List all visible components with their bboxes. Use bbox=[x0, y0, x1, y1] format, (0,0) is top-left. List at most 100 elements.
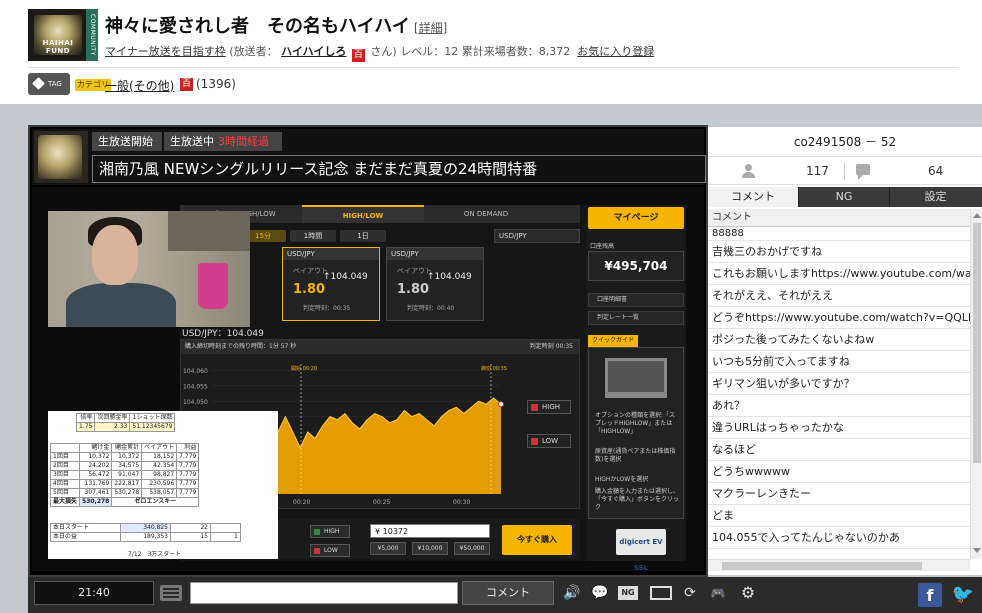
favorite-link[interactable]: お気に入り登録 bbox=[577, 45, 654, 58]
table-row: 賭け金 賭金累計 ペイアウト 利益 bbox=[49, 443, 200, 453]
webcam-overlay bbox=[48, 211, 250, 327]
sheet-cell: 222,817 bbox=[111, 479, 143, 489]
caster-name-link[interactable]: ハイハイしろ bbox=[281, 45, 346, 58]
sheet-cell: 10,372 bbox=[111, 452, 143, 462]
category-count: (1396) bbox=[196, 77, 236, 91]
screen-size-icon[interactable] bbox=[650, 586, 672, 600]
sheet-cell bbox=[210, 523, 241, 533]
sheet-cell: 1ショット保数 bbox=[129, 413, 176, 423]
sheet-cell: ペイアウト bbox=[141, 443, 178, 453]
mypage-button: マイページ bbox=[588, 207, 684, 229]
list-item[interactable]: 88888 bbox=[708, 227, 970, 241]
scroll-down-icon[interactable] bbox=[973, 548, 981, 553]
scroll-thumb[interactable] bbox=[973, 223, 981, 463]
chip-5000: ¥5,000 bbox=[370, 542, 406, 555]
list-item[interactable]: なるほど bbox=[708, 439, 970, 461]
video-screen[interactable]: スプレッドHIGH/LOW HIGH/LOW ON DEMAND 15分 1時間… bbox=[32, 187, 704, 571]
reload-icon[interactable]: ⟳ bbox=[680, 584, 700, 602]
list-item[interactable]: 吉幾三のおかげですね bbox=[708, 241, 970, 263]
goal-link[interactable]: マイナー放送を目指す枠 bbox=[105, 45, 226, 58]
broadcast-start-label: 生放送開始 bbox=[92, 132, 162, 151]
sheet-cell: 98,827 bbox=[141, 470, 178, 480]
card-multiplier: 1.80 bbox=[397, 282, 430, 297]
comment-submit-button[interactable]: コメント bbox=[462, 581, 554, 605]
detail-link[interactable]: [詳細] bbox=[414, 21, 447, 35]
page: HAIHAI FUND COMMUNITY 神々に愛されし者 その名もハイハイ [… bbox=[0, 0, 982, 613]
comment-list-header[interactable]: コメント bbox=[708, 209, 970, 227]
sheet-cell: 7,779 bbox=[176, 479, 200, 489]
list-item[interactable]: マクラーレンきたー bbox=[708, 483, 970, 505]
guide-step-3: HIGHかLOWを選択 bbox=[595, 476, 649, 483]
tab-settings[interactable]: 設定 bbox=[890, 187, 981, 207]
keyboard-icon[interactable] bbox=[160, 585, 182, 601]
list-item[interactable]: それがええ、それがええ bbox=[708, 285, 970, 307]
list-item[interactable]: 違うURLはっちゃったかな bbox=[708, 417, 970, 439]
comment-toggle-icon[interactable]: 💬 bbox=[590, 584, 610, 602]
live-label-text: 生放送中 bbox=[170, 135, 214, 148]
list-item[interactable]: どうちwwwww bbox=[708, 461, 970, 483]
sheet-cell: 340,825 bbox=[120, 523, 171, 533]
list-item[interactable]: ポジった後ってみたくないよねw bbox=[708, 329, 970, 351]
option-card: USD/JPY ペイアウト ↑104.049 1.80 判定時刻：00:40 bbox=[386, 247, 484, 321]
gear-icon[interactable]: ⚙ bbox=[738, 584, 758, 602]
sheet-footer: 7/12 3万スタート bbox=[128, 551, 182, 558]
sheet-cell: 賭け金 bbox=[79, 443, 113, 453]
sheet-cell: 18,152 bbox=[141, 452, 178, 462]
list-item[interactable]: どうぞhttps://www.youtube.com/watch?v=QQLR_… bbox=[708, 307, 970, 329]
comment-horizontal-scrollbar[interactable] bbox=[708, 559, 970, 571]
list-item[interactable]: いつも5分前で入ってますね bbox=[708, 351, 970, 373]
list-item[interactable]: これもお願いしますhttps://www.youtube.com/watch?v… bbox=[708, 263, 970, 285]
sheet-cell: 2回目 bbox=[49, 461, 81, 471]
sheet-cell: 1回目 bbox=[49, 452, 81, 462]
list-item[interactable]: あれ？ bbox=[708, 395, 970, 417]
caster-badge-icon: 百 bbox=[351, 49, 365, 62]
list-item[interactable]: どま bbox=[708, 505, 970, 527]
table-row: 本日の益 189,353 15 1 bbox=[50, 532, 241, 542]
ng-filter-icon[interactable]: NG bbox=[618, 586, 638, 600]
program-subinfo: マイナー放送を目指す枠 (放送者： ハイハイしろ 百 さん) レベル：12 累計… bbox=[105, 43, 654, 62]
gamepad-icon[interactable]: 🎮 bbox=[708, 584, 728, 602]
scroll-up-icon[interactable] bbox=[973, 213, 981, 218]
chart-low-button: LOW bbox=[527, 434, 571, 448]
comment-input[interactable] bbox=[190, 582, 458, 604]
tab-comment[interactable]: コメント bbox=[708, 187, 799, 207]
table-row: 5回目 307,461 530,278 538,057 7,779 bbox=[49, 488, 200, 498]
tab-ng[interactable]: NG bbox=[799, 187, 890, 207]
hscroll-thumb[interactable] bbox=[722, 562, 922, 570]
sheet-cell: 538,057 bbox=[141, 488, 178, 498]
facebook-icon[interactable]: f bbox=[918, 583, 942, 607]
volume-icon[interactable]: 🔊 bbox=[562, 584, 582, 602]
chart-header-right: 判定時刻 00:35 bbox=[529, 343, 573, 350]
sheet-cell: 22 bbox=[170, 523, 211, 533]
table-row: 4回目 131,769 222,817 230,596 7,779 bbox=[49, 479, 200, 489]
chart-current-point bbox=[498, 401, 504, 408]
list-item[interactable]: 104.055で入ってたんじゃないのかあ bbox=[708, 527, 970, 549]
twitter-icon[interactable]: 🐦 bbox=[950, 583, 976, 607]
list-item[interactable]: ギリマン狙いが多いですか？ bbox=[708, 373, 970, 395]
menu-rates: 判定レート一覧 bbox=[588, 311, 684, 325]
order-amount: ¥ 10372 bbox=[370, 524, 490, 538]
right-panel: co2491508 － 52 117 64 コメント NG 設定 コメント 88… bbox=[708, 127, 982, 575]
category-link[interactable]: 一般(その他) bbox=[105, 77, 174, 94]
comment-list[interactable]: 88888 吉幾三のおかげですね これもお願いしますhttps://www.yo… bbox=[708, 227, 970, 557]
community-thumbnail[interactable]: HAIHAI FUND COMMUNITY bbox=[28, 9, 98, 61]
sheet-cell: 34,575 bbox=[111, 461, 143, 471]
chip-10000: ¥10,000 bbox=[412, 542, 448, 555]
caster-prefix: (放送者： bbox=[229, 45, 278, 58]
sheet-cell: 131,769 bbox=[79, 479, 113, 489]
sheet-cell: 7,779 bbox=[176, 461, 200, 471]
tag-button[interactable]: TAG bbox=[28, 73, 70, 95]
card-footer: 判定時刻：00:40 bbox=[407, 305, 455, 312]
guide-step-2: 原資産(通貨ペアまたは株価指数)を選択 bbox=[595, 448, 676, 463]
sheet-cell: 10,372 bbox=[79, 452, 113, 462]
sheet-cell: 15 bbox=[170, 532, 211, 542]
sheet-cell: 56,472 bbox=[79, 470, 113, 480]
comment-count-icon bbox=[856, 164, 870, 180]
community-logo-text: HAIHAI FUND bbox=[42, 39, 74, 55]
sheet-cell: 230,596 bbox=[141, 479, 178, 489]
chart-ytick-label: 104.050 bbox=[183, 399, 208, 406]
martingale-sheet: 倍率 次回勝金率 1ショット保数 1.75 2.33 51.12345679 賭… bbox=[48, 411, 278, 559]
order-high-button: HIGH bbox=[310, 525, 350, 538]
sheet-cell: 91,047 bbox=[111, 470, 143, 480]
comment-vertical-scrollbar[interactable] bbox=[970, 209, 982, 559]
